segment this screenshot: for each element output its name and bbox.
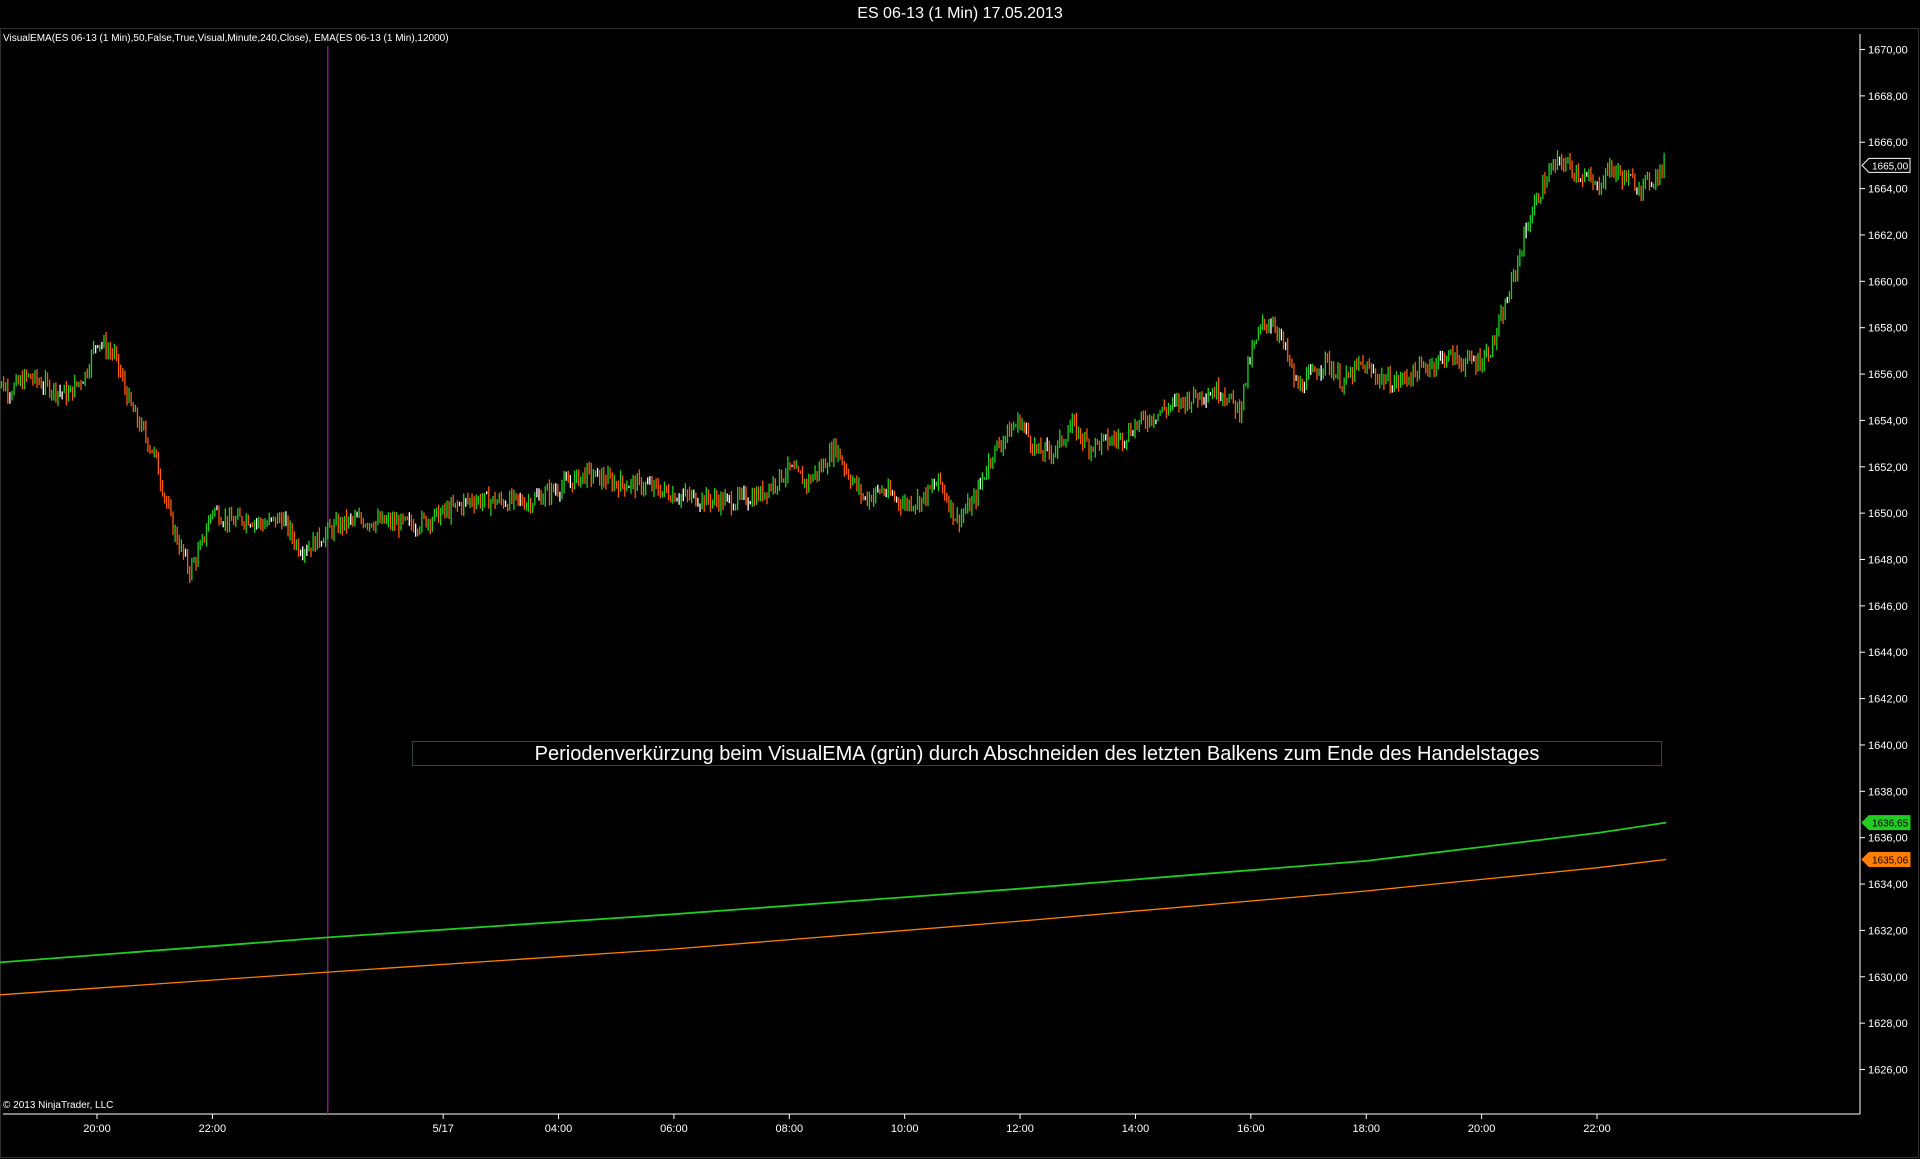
y-tick-label: 1658,00 (1868, 323, 1908, 335)
x-tick-label: 22:00 (1583, 1123, 1611, 1135)
x-tick-label: 20:00 (1468, 1123, 1496, 1135)
y-tick-label: 1626,00 (1868, 1065, 1908, 1077)
x-tick-label: 08:00 (776, 1123, 804, 1135)
x-tick-label: 18:00 (1352, 1123, 1380, 1135)
y-tick-label: 1632,00 (1868, 925, 1908, 937)
x-tick-label: 06:00 (660, 1123, 688, 1135)
y-tick-label: 1642,00 (1868, 694, 1908, 706)
y-tick-label: 1652,00 (1868, 462, 1908, 474)
copyright-text: © 2013 NinjaTrader, LLC (3, 1100, 114, 1111)
y-tick-label: 1660,00 (1868, 276, 1908, 288)
y-tick-label: 1654,00 (1868, 415, 1908, 427)
x-tick-label: 14:00 (1122, 1123, 1150, 1135)
y-tick-label: 1650,00 (1868, 508, 1908, 520)
y-tick-label: 1664,00 (1868, 184, 1908, 196)
y-tick-label: 1656,00 (1868, 369, 1908, 381)
indicator-label: VisualEMA(ES 06-13 (1 Min),50,False,True… (3, 33, 449, 44)
y-tick-label: 1648,00 (1868, 555, 1908, 567)
x-tick-label: 16:00 (1237, 1123, 1265, 1135)
y-tick-label: 1640,00 (1868, 740, 1908, 752)
price-chart[interactable]: 1626,00 1628,00 1630,00 1632,00 1634,00 1636,… (0, 0, 1920, 1159)
y-tick-label: 1668,00 (1868, 91, 1908, 103)
annotation-text: Periodenverkürzung beim VisualEMA (grün)… (412, 741, 1662, 766)
y-tick-label: 1634,00 (1868, 879, 1908, 891)
x-tick-label: 04:00 (545, 1123, 573, 1135)
y-tick-label: 1628,00 (1868, 1018, 1908, 1030)
x-tick-label: 22:00 (199, 1123, 227, 1135)
y-tick-label: 1644,00 (1868, 647, 1908, 659)
y-tick-label: 1646,00 (1868, 601, 1908, 613)
x-tick-label: 12:00 (1006, 1123, 1034, 1135)
y-tick-label: 1662,00 (1868, 230, 1908, 242)
y-tick-label: 1638,00 (1868, 786, 1908, 798)
y-tick-label: 1630,00 (1868, 972, 1908, 984)
y-tick-label: 1666,00 (1868, 137, 1908, 149)
y-tick-label: 1670,00 (1868, 45, 1908, 57)
x-tick-label: 10:00 (891, 1123, 919, 1135)
price-marker-label: 1635,06 (1872, 855, 1909, 866)
visual-ema-line (0, 821, 1667, 964)
x-tick-label: 5/17 (432, 1123, 453, 1135)
y-tick-label: 1636,00 (1868, 833, 1908, 845)
price-marker-label: 1636,65 (1872, 819, 1909, 830)
ema-line (0, 858, 1667, 996)
price-marker-label: 1665,00 (1872, 161, 1909, 172)
x-tick-label: 20:00 (83, 1123, 111, 1135)
